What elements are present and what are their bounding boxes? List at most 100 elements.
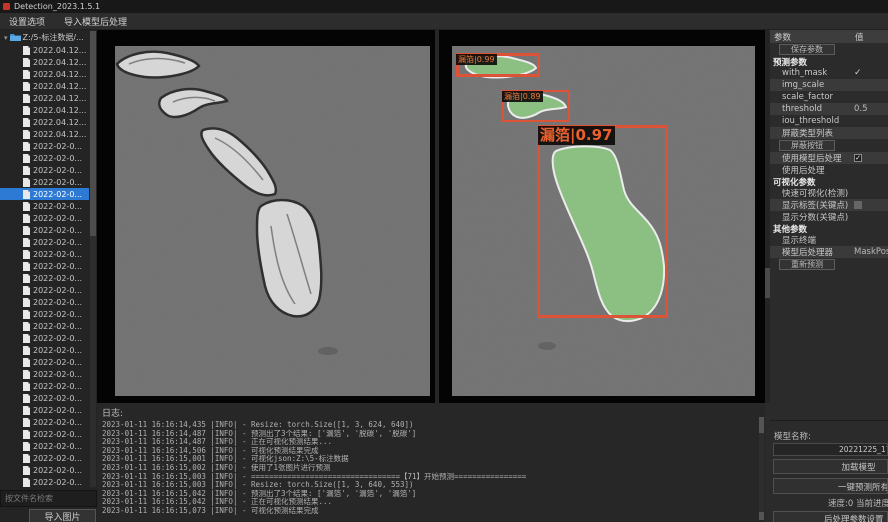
file-icon <box>23 442 30 451</box>
params-col-value: 值 <box>855 31 864 43</box>
param-row[interactable]: iou_threshold <box>770 115 888 127</box>
param-action-button[interactable]: 屏蔽按钮 <box>779 140 835 151</box>
tree-file-item[interactable]: 2022-02-0... <box>0 272 89 284</box>
tree-file-item[interactable]: 2022-02-0... <box>0 224 89 236</box>
tree-file-item[interactable]: 2022.04.12... <box>0 104 89 116</box>
file-icon <box>23 334 30 343</box>
tree-file-label: 2022-02-0... <box>33 346 82 355</box>
tree-file-item[interactable]: 2022-02-0... <box>0 284 89 296</box>
tree-file-label: 2022-02-0... <box>33 286 82 295</box>
tree-file-label: 2022-02-0... <box>33 406 82 415</box>
param-row[interactable]: threshold0.5 <box>770 103 888 115</box>
param-checkbox[interactable] <box>854 201 862 209</box>
param-row[interactable]: 显示标签(关键点) <box>770 199 888 211</box>
tree-file-item[interactable]: 2022.04.12... <box>0 128 89 140</box>
model-name-value[interactable]: 20221225_174813 <box>773 443 888 456</box>
tree-file-item[interactable]: 2022-02-0... <box>0 440 89 452</box>
tree-file-label: 2022-02-0... <box>33 190 82 199</box>
tree-file-item[interactable]: 2022-02-0... <box>0 320 89 332</box>
param-row[interactable]: img_scale <box>770 79 888 91</box>
tree-file-label: 2022-02-0... <box>33 358 82 367</box>
tree-file-item[interactable]: 2022-02-0... <box>0 260 89 272</box>
param-row[interactable]: 模型后处理器MaskPostProc <box>770 246 888 258</box>
tree-file-item[interactable]: 2022-02-0... <box>0 140 89 152</box>
tree-file-label: 2022-02-0... <box>33 478 82 487</box>
tree-file-label: 2022-02-0... <box>33 142 82 151</box>
param-name: 显示分数(关键点) <box>770 211 848 223</box>
tree-file-item[interactable]: 2022-02-0... <box>0 392 89 404</box>
tree-file-item[interactable]: 2022.04.12... <box>0 116 89 128</box>
log-scrollbar-thumb[interactable] <box>759 417 764 433</box>
tree-file-item[interactable]: 2022.04.12... <box>0 56 89 68</box>
tree-file-item[interactable]: 2022.04.12... <box>0 68 89 80</box>
param-row[interactable]: 快速可视化(检测) <box>770 187 888 199</box>
tree-file-label: 2022.04.12... <box>33 58 86 67</box>
tree-file-item[interactable]: 2022-02-0... <box>0 212 89 224</box>
tree-file-item[interactable]: 2022-02-0... <box>0 188 89 200</box>
menu-bar: 设置选项 导入模型后处理 <box>0 13 888 30</box>
chevron-down-icon[interactable]: ▾ <box>4 34 8 42</box>
param-checkbox[interactable]: ✓ <box>854 154 862 162</box>
log-scrollbar[interactable] <box>759 417 764 515</box>
predict-all-button[interactable]: 一键预测所有图片 <box>773 478 888 494</box>
param-name: 显示标签(关键点) <box>770 199 848 211</box>
param-row[interactable]: 屏蔽类型列表 <box>770 127 888 139</box>
param-action-button[interactable]: 重新预测 <box>779 259 835 270</box>
tree-file-label: 2022.04.12... <box>33 94 86 103</box>
import-image-button[interactable]: 导入图片 <box>29 509 96 522</box>
tree-file-item[interactable]: 2022-02-0... <box>0 380 89 392</box>
detection-box <box>537 125 668 318</box>
detection-label: 漏箔|0.89 <box>502 91 543 102</box>
tree-file-item[interactable]: 2022-02-0... <box>0 200 89 212</box>
param-category-header: 其他参数 <box>770 223 888 234</box>
tree-file-item[interactable]: 2022.04.12... <box>0 92 89 104</box>
param-row[interactable]: 使用模型后处理✓ <box>770 152 888 164</box>
tree-file-item[interactable]: 2022-02-0... <box>0 464 89 476</box>
sidebar-scrollbar[interactable] <box>90 31 96 487</box>
menu-item-import-postprocess[interactable]: 导入模型后处理 <box>64 15 127 28</box>
param-row[interactable]: with_mask✓ <box>770 67 888 79</box>
tree-file-label: 2022.04.12... <box>33 82 86 91</box>
tree-file-item[interactable]: 2022-02-0... <box>0 236 89 248</box>
original-image[interactable] <box>115 46 430 396</box>
tree-file-item[interactable]: 2022-02-0... <box>0 152 89 164</box>
tree-file-item[interactable]: 2022-02-0... <box>0 356 89 368</box>
tree-file-item[interactable]: 2022-02-0... <box>0 344 89 356</box>
tree-file-item[interactable]: 2022-02-0... <box>0 164 89 176</box>
file-icon <box>23 346 30 355</box>
param-row[interactable]: 显示终端 <box>770 234 888 246</box>
param-action-button[interactable]: 保存参数 <box>779 44 835 55</box>
tree-root-folder[interactable]: ▾ Z:/5-标注数据/... <box>0 31 89 44</box>
log-output[interactable]: 2023-01-11 16:16:14,435 |INFO| - Resize:… <box>97 421 765 516</box>
param-name: with_mask <box>770 68 827 78</box>
param-row[interactable]: scale_factor <box>770 91 888 103</box>
file-icon <box>23 370 30 379</box>
tree-file-label: 2022-02-0... <box>33 238 82 247</box>
tree-file-item[interactable]: 2022-02-0... <box>0 248 89 260</box>
file-icon <box>23 322 30 331</box>
tree-file-item[interactable]: 2022.04.12... <box>0 44 89 56</box>
tree-file-item[interactable]: 2022.04.12... <box>0 80 89 92</box>
param-row[interactable]: 显示分数(关键点) <box>770 211 888 223</box>
tree-file-item[interactable]: 2022-02-0... <box>0 404 89 416</box>
tree-file-item[interactable]: 2022-02-0... <box>0 428 89 440</box>
tree-file-item[interactable]: 2022-02-0... <box>0 416 89 428</box>
param-row[interactable]: 使用后处理 <box>770 164 888 176</box>
app-logo-icon <box>3 3 10 10</box>
app-window: Detection_2023.1.5.1 设置选项 导入模型后处理 ▾ Z:/5… <box>0 0 888 522</box>
tree-file-label: 2022-02-0... <box>33 370 82 379</box>
tree-file-item[interactable]: 2022-02-0... <box>0 452 89 464</box>
menu-item-settings[interactable]: 设置选项 <box>9 15 45 28</box>
sidebar-scrollbar-thumb[interactable] <box>90 31 96 236</box>
file-icon <box>23 178 30 187</box>
tree-file-item[interactable]: 2022-02-0... <box>0 368 89 380</box>
tree-file-item[interactable]: 2022-02-0... <box>0 308 89 320</box>
search-input[interactable] <box>0 490 97 507</box>
tree-file-item[interactable]: 2022-02-0... <box>0 176 89 188</box>
load-model-button[interactable]: 加载模型 <box>773 459 888 474</box>
prediction-image[interactable]: 漏箔|0.99 漏箔|0.89 漏箔|0.97 <box>452 46 755 396</box>
tree-file-item[interactable]: 2022-02-0... <box>0 476 89 487</box>
tree-file-item[interactable]: 2022-02-0... <box>0 296 89 308</box>
tree-file-item[interactable]: 2022-02-0... <box>0 332 89 344</box>
postprocess-settings-button[interactable]: 后处理参数设置 <box>773 511 888 522</box>
